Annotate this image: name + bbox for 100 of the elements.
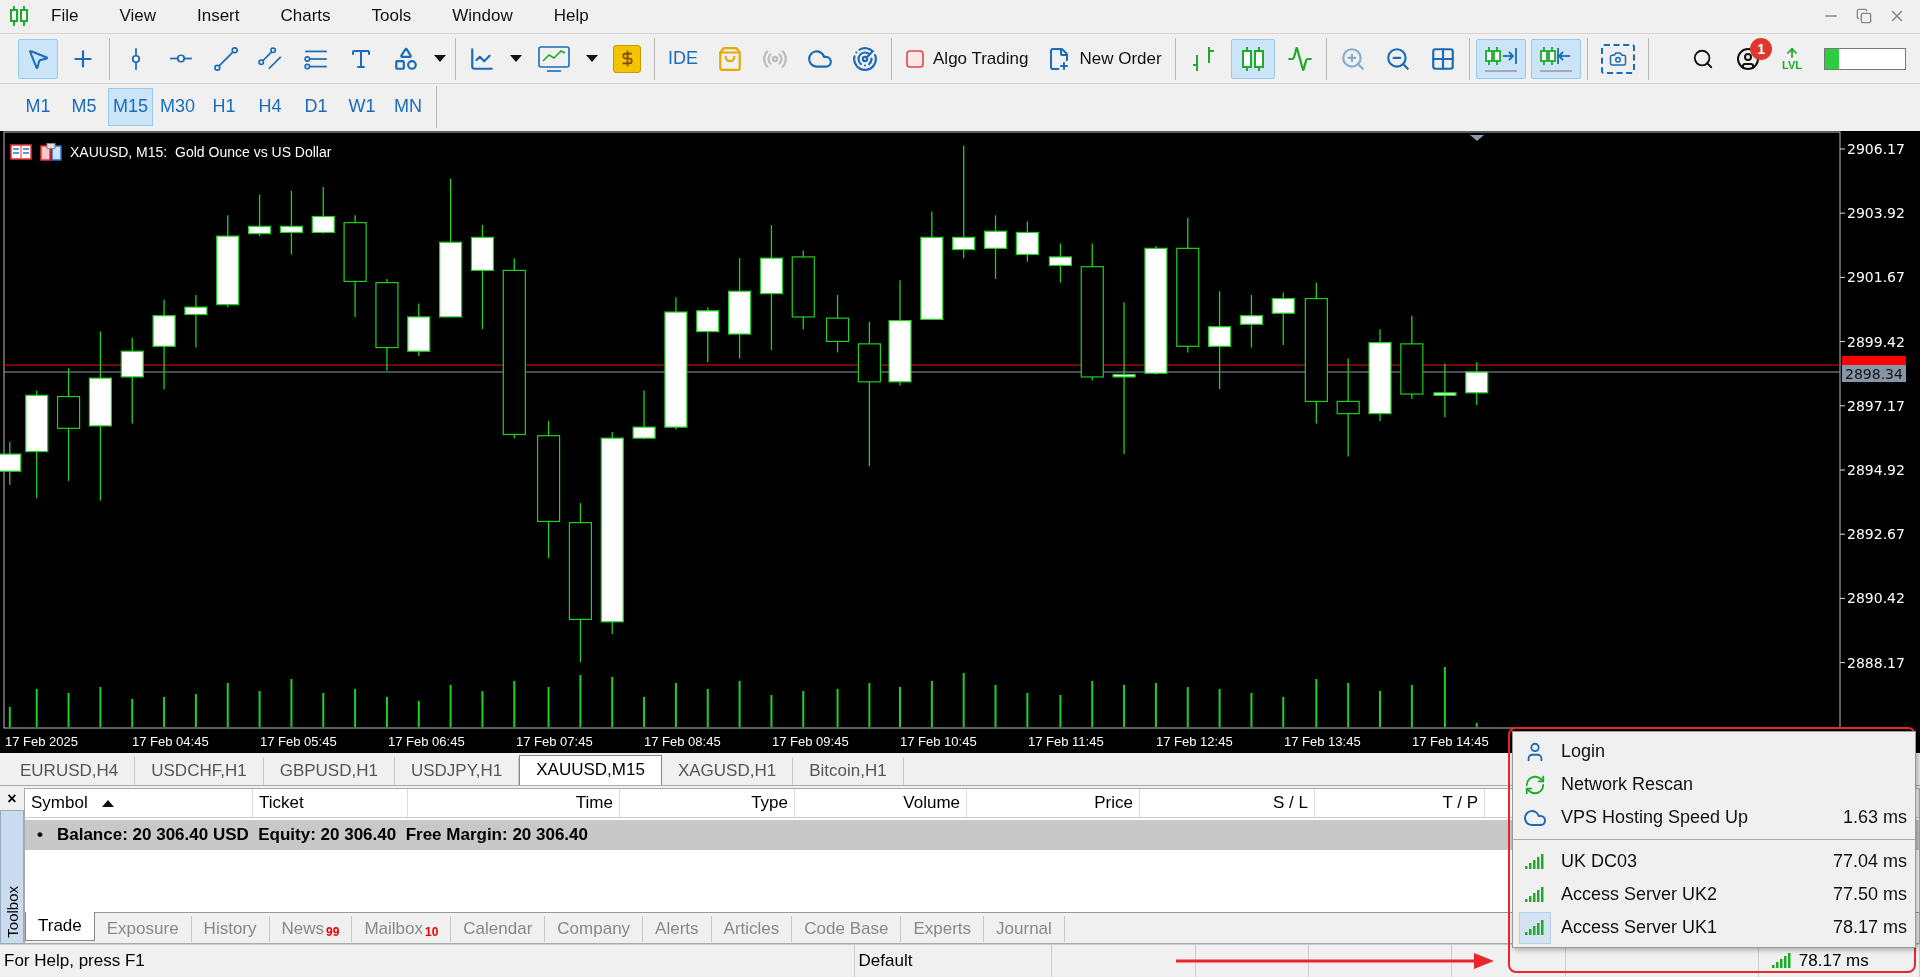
chart-tab[interactable]: XAUUSD,M15 [519,754,662,785]
volume-bar [706,688,709,727]
caret-icon [434,54,446,63]
candle [311,186,335,235]
chart-tab[interactable]: EURUSD,H4 [4,756,136,785]
radar-icon [852,45,878,72]
candle [632,389,656,440]
time-label: 17 Feb 04:45 [132,733,209,749]
timeframe-button[interactable]: M1 [16,87,60,126]
volume-bar [1410,684,1413,727]
time-label: 17 Feb 13:45 [1284,733,1361,749]
volume-bar [611,676,614,727]
menu-item[interactable]: Login [1513,735,1915,768]
volume-bar [385,696,388,727]
column-header[interactable]: Symbol [25,788,253,817]
shapes-icon [393,45,419,72]
menu-item[interactable]: File [30,6,99,27]
volume-bar [290,678,293,727]
autoscroll-button[interactable] [1475,38,1526,79]
timeframe-button[interactable]: MN [386,87,431,126]
timeframe-button[interactable]: M30 [155,87,201,126]
new-order-button[interactable]: New Order [1040,38,1169,79]
volume-bar [131,698,134,727]
candlestick-button[interactable] [1230,38,1275,79]
menu-item[interactable]: Tools [350,6,432,27]
column-header[interactable]: Type [620,788,795,817]
menu-item[interactable]: Charts [259,6,351,27]
candle [1048,242,1072,284]
search-icon[interactable] [1692,47,1715,70]
volume-bar [962,672,965,727]
menu-item[interactable]: Access Server UK2 77.50 ms [1513,878,1915,911]
volume-bar [99,686,102,727]
shift-marker-icon [1470,134,1484,141]
price-label: 2890.42 [1847,590,1905,607]
volume-bar [1026,692,1029,727]
ping-text[interactable]: 78.17 ms [1798,951,1869,972]
trade-panel-icon [40,142,62,161]
volume-bar [836,688,839,727]
candle [1465,361,1489,406]
column-header[interactable]: Ticket [253,788,408,817]
status-help-text: For Help, press F1 [4,951,145,972]
time-label: 17 Feb 12:45 [1156,733,1233,749]
cursor-button[interactable] [18,38,58,79]
ide-button[interactable]: IDE [661,38,705,79]
column-header[interactable]: Time [408,788,620,817]
line-icon [1286,45,1313,72]
candle [279,190,304,256]
volume-bar [802,690,805,727]
signal-bars-icon [1524,852,1546,871]
chart-tab[interactable]: GBPUSD,H1 [263,756,395,785]
candle [1015,220,1039,263]
column-header[interactable]: S / L [1140,788,1315,817]
time-label: 17 Feb 10:45 [900,733,977,749]
ask-price-marker [1842,355,1906,367]
table-icon [10,143,32,160]
menu-item[interactable]: View [98,6,176,27]
timeframe-button[interactable]: W1 [340,87,385,126]
menu-item[interactable]: Network Rescan [1513,768,1915,801]
chart-tab[interactable]: USDCHF,H1 [135,756,264,785]
time-label: 17 Feb 11:45 [1028,733,1104,749]
volume-bar [930,680,933,727]
chart-tab[interactable]: XAGUSD,H1 [661,756,794,785]
time-label: 17 Feb 09:45 [772,733,849,749]
timeframe-button[interactable]: H1 [202,87,247,126]
volume-bar [258,690,261,727]
menu-item[interactable]: Insert [175,6,260,27]
price-label: 2897.17 [1847,397,1905,414]
volume-bar [1059,694,1062,727]
algo-trading-button[interactable]: Algo Trading [898,38,1036,79]
time-label: 17 Feb 05:45 [260,733,337,749]
volume-bar [1091,680,1094,727]
restore-icon[interactable] [1856,8,1872,25]
close-button[interactable]: × [7,787,17,810]
refresh-icon [1524,773,1546,796]
column-header[interactable]: T / P [1315,788,1485,817]
horizontal-line-icon [168,54,194,63]
chart-tab[interactable]: Bitcoin,H1 [793,756,904,785]
price-label: 2894.92 [1847,461,1905,478]
menu-item[interactable]: Window [431,6,533,27]
volume-bar [8,706,11,727]
volume-bar [994,684,997,727]
signal-bars-icon [1770,952,1793,971]
column-header[interactable]: Volume [795,788,967,817]
volume-bar [35,688,38,727]
indicator-chart-icon [537,44,571,73]
timeframe-button[interactable]: M15 [108,87,153,126]
timeframe-button[interactable]: M5 [62,87,106,126]
chart-shift-button[interactable] [1530,38,1581,79]
menu-item[interactable]: Access Server UK1 78.17 ms [1513,911,1915,944]
volume-bar [643,696,646,727]
timeframe-button[interactable]: D1 [294,87,339,126]
column-header[interactable]: Price [967,788,1140,817]
toolbox-tab[interactable]: Toolbox [0,809,24,945]
toolbox-tab[interactable]: Trade [25,912,95,942]
menu-item[interactable]: Help [532,6,609,27]
price-label: 2906.17 [1847,140,1905,157]
sort-ascending-icon [101,798,114,807]
timeframe-button[interactable]: H4 [248,87,293,126]
caret-icon [510,54,522,63]
volume-bar [1186,686,1189,727]
